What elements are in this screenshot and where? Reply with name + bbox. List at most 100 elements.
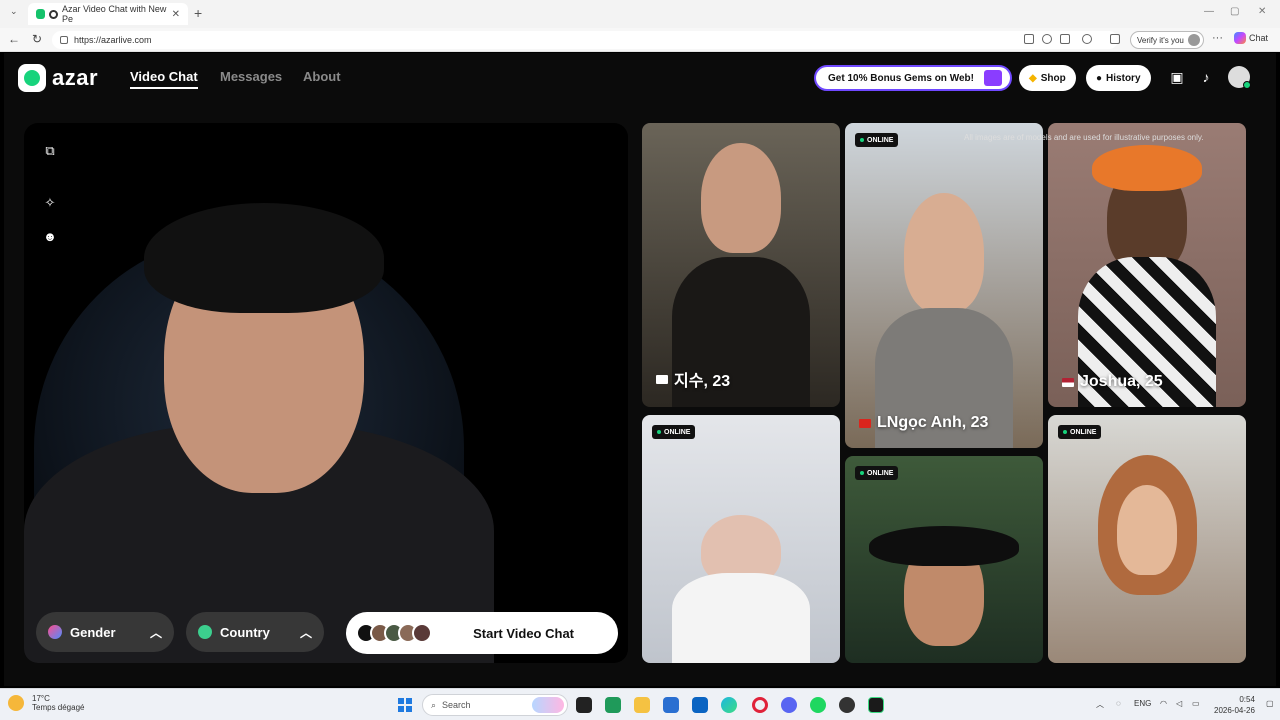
azar-logo[interactable]: azar xyxy=(18,64,98,92)
notification-bell-icon[interactable]: ♪ xyxy=(1198,69,1214,85)
new-tab-icon[interactable]: + xyxy=(194,5,202,21)
copilot-button[interactable]: Chat xyxy=(1234,32,1268,44)
logo-text: azar xyxy=(52,65,99,90)
outlook-icon[interactable] xyxy=(692,697,708,713)
online-badge: ONLINE xyxy=(855,466,899,480)
profile-card[interactable]: 지수, 23 xyxy=(642,123,840,407)
verify-label: Verify it's you xyxy=(1137,35,1184,45)
url-field[interactable]: https://azarlive.com xyxy=(52,31,1118,49)
user-avatars-stack xyxy=(356,623,432,643)
extensions-icon[interactable] xyxy=(1082,34,1092,44)
gender-label: Gender xyxy=(70,624,116,640)
back-icon[interactable]: ← xyxy=(8,32,20,46)
profile-name: LNgọc Anh, 23 xyxy=(859,414,988,432)
search-icon: ⌕ xyxy=(431,699,437,710)
weather-widget[interactable]: 17°C Temps dégagé xyxy=(8,694,84,712)
inbox-icon[interactable]: ▣ xyxy=(1169,69,1185,85)
tray-overflow-icon[interactable]: ︿ xyxy=(1096,699,1104,710)
bonus-gems-promo-button[interactable]: Get 10% Bonus Gems on Web! xyxy=(814,65,1012,91)
weather-temp: 17°C xyxy=(32,694,50,703)
user-avatar[interactable] xyxy=(1228,66,1251,89)
widgets-app-icon[interactable] xyxy=(605,697,621,713)
tab-title: Azar Video Chat with New Pe xyxy=(61,4,167,24)
profile-photo xyxy=(1117,485,1177,575)
notifications-icon[interactable]: ▢ xyxy=(1266,699,1274,708)
online-badge: ONLINE xyxy=(652,425,696,439)
profile-card[interactable]: ONLINE xyxy=(845,456,1043,663)
nav-about[interactable]: About xyxy=(303,69,341,84)
online-status-icon xyxy=(1243,81,1251,89)
profile-photo xyxy=(904,193,984,313)
bucket-hat-image xyxy=(1091,145,1203,191)
user-hair-image xyxy=(144,203,384,313)
browser-tabbar: ⌄ Azar Video Chat with New Pe ✕ + — ▢ ✕ xyxy=(0,0,1280,28)
start-video-chat-label: Start Video Chat xyxy=(473,625,574,641)
edge-icon[interactable] xyxy=(721,697,737,713)
face-mask-icon[interactable]: ☻ xyxy=(42,229,58,245)
globe-icon xyxy=(198,625,212,639)
windows-taskbar: 17°C Temps dégagé ⌕ Search ︿ ◌ ENG ◠ ◁ ▭… xyxy=(0,688,1280,720)
black-hat-image xyxy=(868,526,1020,566)
close-window-icon[interactable]: ✕ xyxy=(1258,6,1266,17)
country-label: Country xyxy=(220,624,270,640)
copilot-icon xyxy=(1234,32,1246,44)
profile-verify-button[interactable]: Verify it's you xyxy=(1130,31,1204,49)
refresh-icon[interactable]: ↻ xyxy=(32,32,42,46)
discord-icon[interactable] xyxy=(781,697,797,713)
azar-favicon-icon xyxy=(36,9,46,19)
task-view-icon[interactable] xyxy=(576,697,592,713)
favorite-icon[interactable] xyxy=(1042,34,1052,44)
volume-icon[interactable]: ◁ xyxy=(1176,699,1182,708)
close-tab-icon[interactable]: ✕ xyxy=(172,9,180,20)
system-clock[interactable]: 0:54 2026-04-26 xyxy=(1214,694,1255,716)
gender-filter[interactable]: Gender ︿ xyxy=(36,612,174,652)
minimize-preview-icon[interactable]: ⧉ xyxy=(42,143,58,159)
copilot-label: Chat xyxy=(1249,33,1269,43)
history-label: History xyxy=(1106,72,1141,84)
avatar xyxy=(412,623,432,643)
windows-start-icon[interactable] xyxy=(398,698,412,712)
start-video-chat-button[interactable]: Start Video Chat xyxy=(346,612,618,654)
tab-list-icon[interactable]: ⌄ xyxy=(10,6,18,17)
opera-icon[interactable] xyxy=(752,697,768,713)
profile-card[interactable]: ONLINE LNgọc Anh, 23 xyxy=(845,123,1043,448)
gem-icon: ◆ xyxy=(1029,72,1037,84)
split-screen-icon[interactable] xyxy=(1060,34,1070,44)
minimize-icon[interactable]: — xyxy=(1204,6,1214,17)
app-available-icon[interactable] xyxy=(1024,34,1034,44)
online-badge: ONLINE xyxy=(855,133,899,147)
wifi-icon[interactable]: ◠ xyxy=(1160,699,1167,708)
battery-icon[interactable]: ▭ xyxy=(1192,699,1200,708)
azar-logo-icon xyxy=(18,64,46,92)
profile-photo xyxy=(671,573,811,663)
store-icon[interactable] xyxy=(663,697,679,713)
more-options-icon[interactable]: ··· xyxy=(1212,32,1223,44)
file-explorer-icon[interactable] xyxy=(634,697,650,713)
profile-name: Joshua, 25 xyxy=(1062,373,1163,391)
network-icon[interactable]: ◌ xyxy=(1116,699,1121,708)
nav-messages[interactable]: Messages xyxy=(220,69,282,84)
maximize-icon[interactable]: ▢ xyxy=(1230,6,1239,17)
nav-video-chat[interactable]: Video Chat xyxy=(130,69,198,89)
profile-card[interactable]: Joshua, 25 xyxy=(1048,123,1246,407)
favorites-bar-icon[interactable] xyxy=(1110,34,1120,44)
language-indicator[interactable]: ENG xyxy=(1134,699,1151,708)
beauty-effects-icon[interactable]: ✧ xyxy=(42,195,58,211)
spotify-icon[interactable] xyxy=(810,697,826,713)
terminal-icon[interactable] xyxy=(868,697,884,713)
site-info-icon[interactable] xyxy=(60,36,68,44)
clock-date: 2026-04-26 xyxy=(1214,706,1255,715)
profile-name: 지수, 23 xyxy=(656,367,730,391)
gender-icon xyxy=(48,625,62,639)
url-text: https://azarlive.com xyxy=(74,35,152,45)
camera-preview: ⧉ ✧ ☻ Gender ︿ Country ︿ Start Video Cha… xyxy=(24,123,628,663)
browser-tab[interactable]: Azar Video Chat with New Pe ✕ xyxy=(28,3,188,25)
profile-card[interactable]: ONLINE xyxy=(642,415,840,663)
obs-icon[interactable] xyxy=(839,697,855,713)
shop-button[interactable]: ◆ Shop xyxy=(1019,65,1076,91)
top-navigation: azar Video Chat Messages About Get 10% B… xyxy=(4,53,1276,103)
history-button[interactable]: ● History xyxy=(1086,65,1151,91)
profile-card[interactable]: ONLINE xyxy=(1048,415,1246,663)
country-filter[interactable]: Country ︿ xyxy=(186,612,324,652)
search-highlight-icon xyxy=(532,697,564,713)
